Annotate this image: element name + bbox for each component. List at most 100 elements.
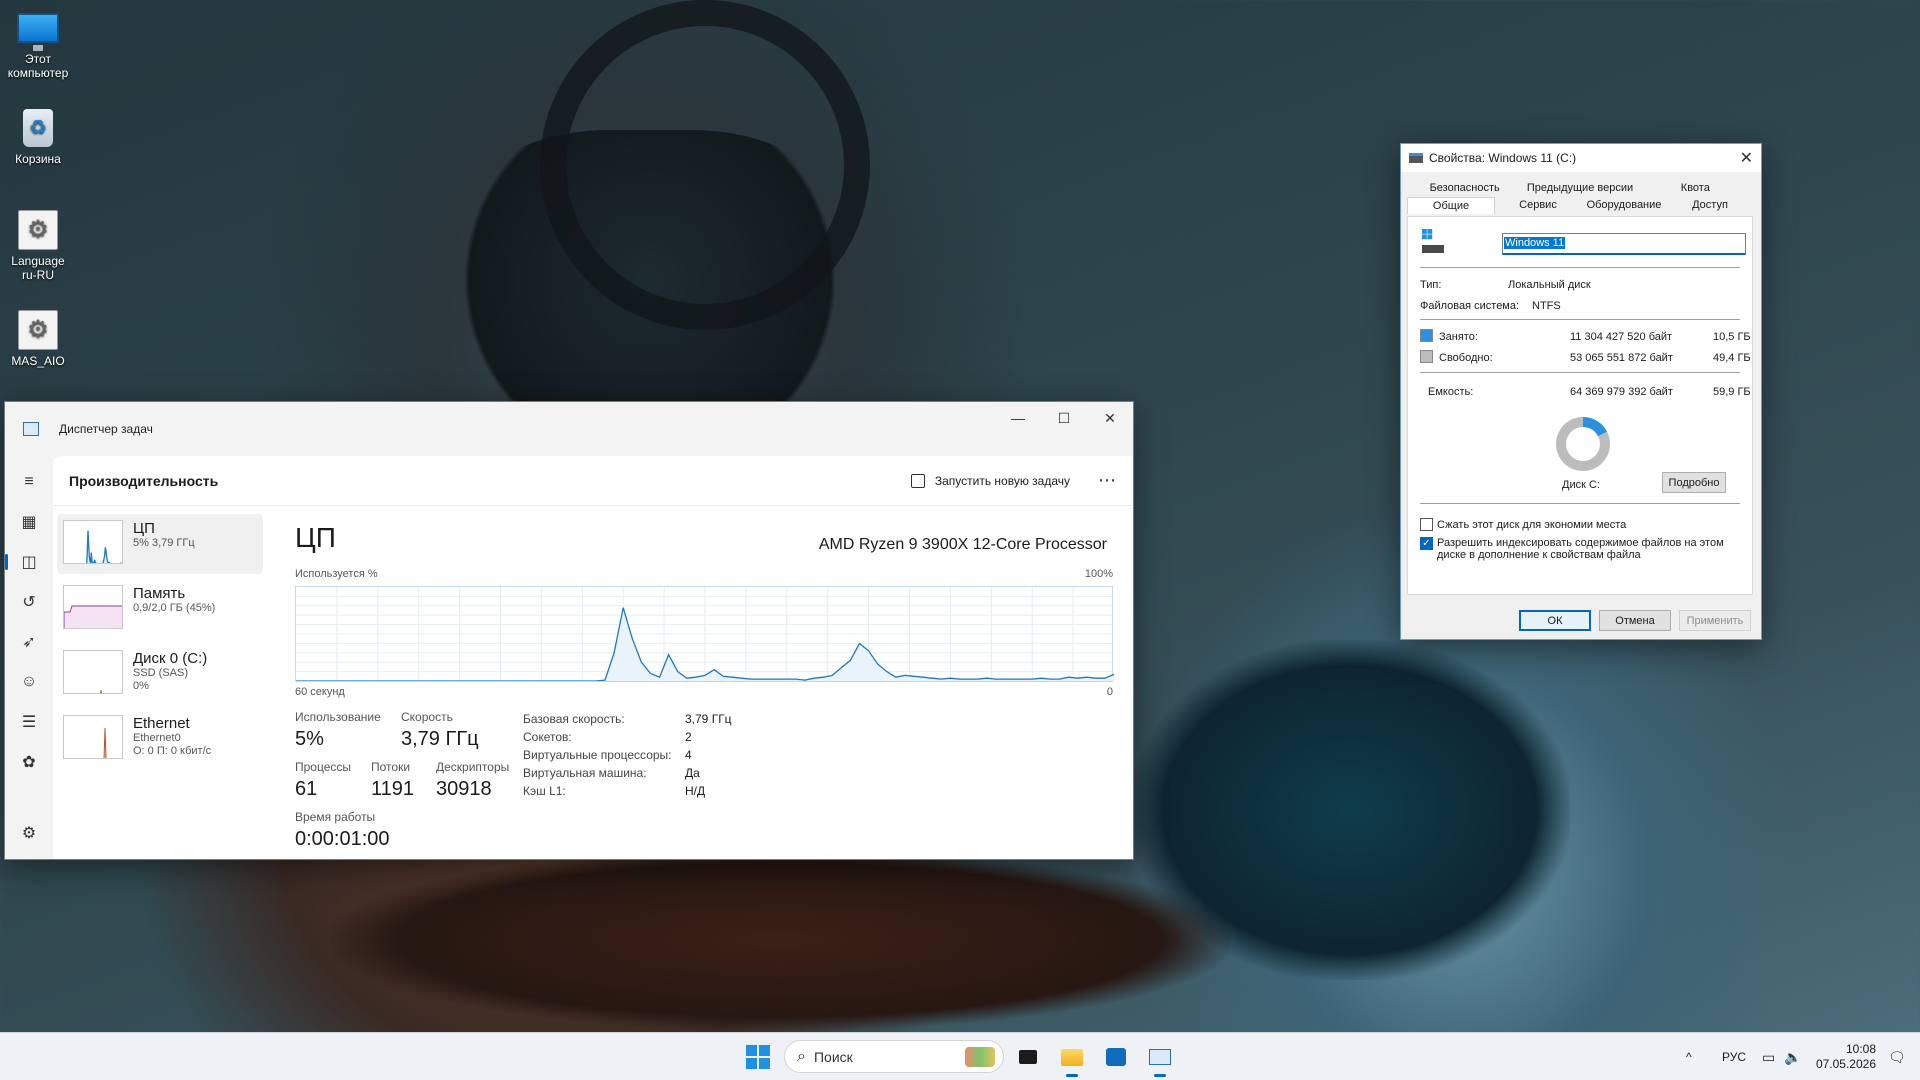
capacity-label: Емкость: <box>1428 386 1474 398</box>
task-manager-app-icon <box>23 422 39 436</box>
close-button[interactable]: ✕ <box>1087 402 1133 434</box>
compress-checkbox-row[interactable]: Сжать этот диск для экономии места <box>1420 518 1626 531</box>
performance-icon[interactable]: ◫ <box>5 542 49 582</box>
store-icon <box>1106 1048 1126 1066</box>
wallpaper-ring <box>540 0 870 330</box>
title-bar[interactable]: Диспетчер задач <box>5 402 1133 456</box>
notifications-icon[interactable]: 🗨 <box>1888 1033 1906 1080</box>
startup-apps-icon[interactable]: ➶ <box>9 622 49 662</box>
search-highlight-icon <box>965 1047 995 1067</box>
tab-security[interactable]: Безопасность <box>1407 180 1522 197</box>
services-icon[interactable]: ✿ <box>9 742 49 782</box>
tab-strip: Безопасность Предыдущие версии Квота Общ… <box>1407 180 1753 214</box>
show-hidden-icons[interactable]: ^ <box>1686 1033 1692 1080</box>
task-view-button[interactable] <box>1012 1041 1044 1073</box>
spec-value: 3,79 ГГц <box>685 712 732 726</box>
users-icon[interactable]: ☺ <box>9 662 49 702</box>
resource-name: Память <box>133 585 186 602</box>
tab-sharing[interactable]: Доступ <box>1667 197 1753 214</box>
index-checkbox-row[interactable]: ✓ Разрешить индексировать содержимое файл… <box>1420 537 1740 561</box>
tab-quota[interactable]: Квота <box>1638 180 1753 197</box>
resource-name: Диск 0 (C:) <box>133 650 208 667</box>
spec-value: Да <box>685 766 700 780</box>
minimize-button[interactable]: — <box>995 402 1041 434</box>
drive-name-input[interactable]: Windows 11 <box>1502 233 1746 255</box>
cpu-usage-line <box>86 530 122 563</box>
free-bytes: 53 065 551 872 байт <box>1570 352 1673 364</box>
processes-icon[interactable]: ▦ <box>9 502 49 542</box>
nav-sidebar: ≡ ▦ ◫ ↺ ➶ ☺ ☰ ✿ ⚙ <box>5 456 53 859</box>
disk-usage-donut <box>1556 417 1610 471</box>
threads-value: 1191 <box>371 778 415 800</box>
desktop-icon-label: Корзина <box>15 152 61 166</box>
divider <box>1420 319 1740 320</box>
start-button[interactable] <box>746 1045 770 1069</box>
resource-memory[interactable]: Память 0,9/2,0 ГБ (45%) <box>57 579 263 639</box>
resource-list: ЦП 5% 3,79 ГГц Память 0,9/2,0 ГБ (45%) Д… <box>57 514 263 774</box>
processes-value: 61 <box>295 778 318 800</box>
index-label: Разрешить индексировать содержимое файло… <box>1437 537 1724 561</box>
title-bar[interactable]: Свойства: Windows 11 (C:) <box>1401 144 1761 172</box>
search-box[interactable]: ⌕ Поиск <box>784 1040 1004 1073</box>
desktop-icon-label: Этот компьютер <box>7 52 69 80</box>
axis-label-usage: Используется % <box>295 568 378 580</box>
desktop-icon-language[interactable]: ⚙ Language ru-RU <box>4 210 72 282</box>
free-row: Свободно: <box>1420 350 1493 364</box>
windows-drive-icon <box>1422 229 1444 255</box>
axis-label-max: 100% <box>1084 568 1113 580</box>
cancel-button[interactable]: Отмена <box>1599 610 1671 631</box>
spec-key: Виртуальные процессоры: <box>523 748 672 762</box>
stat-label: Время работы <box>295 810 376 824</box>
folder-icon <box>1061 1048 1083 1066</box>
cpu-detail: ЦП AMD Ryzen 9 3900X 12-Core Processor И… <box>295 514 1114 859</box>
drive-name-value: Windows 11 <box>1504 237 1566 249</box>
network-icon[interactable]: ▭ <box>1762 1033 1775 1080</box>
input-language[interactable]: РУС <box>1722 1033 1746 1080</box>
tab-general[interactable]: Общие <box>1407 197 1495 214</box>
resource-sub: Ethernet0 <box>133 732 181 744</box>
ok-button[interactable]: ОК <box>1519 610 1591 631</box>
resource-cpu[interactable]: ЦП 5% 3,79 ГГц <box>57 514 263 574</box>
clock-time: 10:08 <box>1845 1042 1876 1056</box>
used-row: Занято: <box>1420 329 1478 343</box>
maximize-button[interactable]: ☐ <box>1041 402 1087 434</box>
more-options-icon[interactable]: ⋯ <box>1098 470 1117 491</box>
run-task-icon <box>910 473 925 488</box>
spec-key: Базовая скорость: <box>523 712 625 726</box>
resource-ethernet[interactable]: Ethernet Ethernet0 О: 0 П: 0 кбит/с <box>57 709 263 769</box>
fs-value: NTFS <box>1532 300 1561 312</box>
microsoft-store-button[interactable] <box>1100 1041 1132 1073</box>
stat-label: Использование <box>295 710 381 724</box>
run-new-task-button[interactable]: Запустить новую задачу <box>910 473 1070 488</box>
compress-checkbox[interactable] <box>1420 518 1433 531</box>
tab-previous-versions[interactable]: Предыдущие версии <box>1522 180 1637 197</box>
hamburger-menu-icon[interactable]: ≡ <box>9 462 49 502</box>
free-label: Свободно: <box>1439 352 1493 364</box>
close-button[interactable]: ✕ <box>1740 148 1753 168</box>
resource-sub: 0,9/2,0 ГБ (45%) <box>133 602 216 614</box>
volume-icon[interactable]: 🔈 <box>1784 1033 1801 1080</box>
search-icon: ⌕ <box>797 1047 806 1065</box>
page-title: Производительность <box>69 472 219 489</box>
tab-hardware[interactable]: Оборудование <box>1581 197 1667 214</box>
settings-gear-icon[interactable]: ⚙ <box>9 813 49 853</box>
resource-name: Ethernet <box>133 715 190 732</box>
details-button[interactable]: Подробно <box>1662 472 1726 493</box>
used-bytes: 11 304 427 520 байт <box>1570 331 1673 343</box>
clock[interactable]: 10:08 07.05.2026 <box>1816 1042 1876 1072</box>
desktop-icon-recycle-bin[interactable]: ♻ Корзина <box>4 108 72 166</box>
details-icon[interactable]: ☰ <box>9 702 49 742</box>
file-explorer-button[interactable] <box>1056 1041 1088 1077</box>
desktop-icon-this-pc[interactable]: Этот компьютер <box>4 8 72 80</box>
desktop-icon-mas-aio[interactable]: ⚙ MAS_AIO <box>4 310 72 368</box>
free-color-swatch <box>1420 350 1433 363</box>
index-checkbox[interactable]: ✓ <box>1420 537 1433 550</box>
task-manager-taskbar-button[interactable] <box>1144 1041 1176 1077</box>
tab-tools[interactable]: Сервис <box>1495 197 1581 214</box>
resource-disk[interactable]: Диск 0 (C:) SSD (SAS) 0% <box>57 644 263 704</box>
apply-button[interactable]: Применить <box>1679 610 1751 631</box>
dialog-title: Свойства: Windows 11 (C:) <box>1429 151 1577 165</box>
wallpaper-shape <box>440 130 860 430</box>
performance-panel: Производительность Запустить новую задач… <box>53 456 1133 859</box>
app-history-icon[interactable]: ↺ <box>9 582 49 622</box>
